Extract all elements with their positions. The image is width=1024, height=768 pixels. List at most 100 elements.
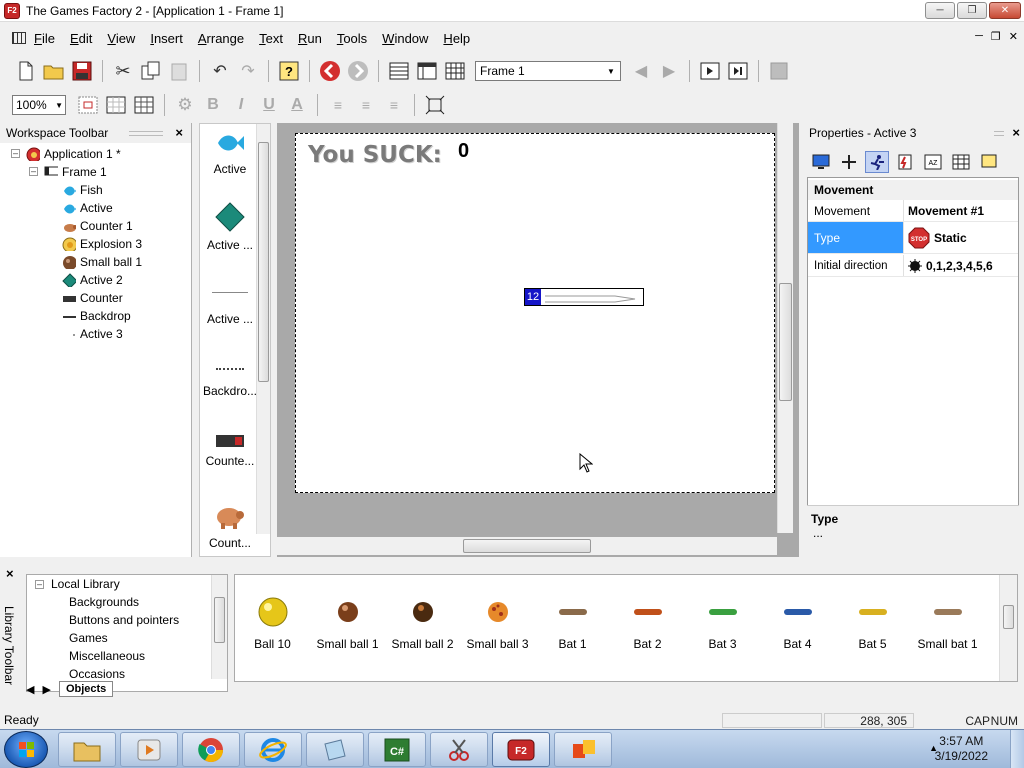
menu-insert[interactable]: Insert: [150, 31, 183, 46]
score-counter-object[interactable]: 0: [458, 140, 469, 163]
library-object[interactable]: Bat 2: [610, 595, 685, 651]
shelf-scrollbar[interactable]: [256, 124, 270, 534]
previous-frame-button[interactable]: [319, 60, 341, 82]
scroll-thumb[interactable]: [1003, 605, 1014, 629]
tree-item-object[interactable]: Small ball 1: [62, 253, 142, 271]
library-objects-scrollbar[interactable]: [999, 575, 1017, 681]
taskbar-media-player[interactable]: [120, 732, 178, 767]
panel-grip[interactable]: [129, 131, 163, 136]
scroll-thumb[interactable]: [463, 539, 591, 553]
stop-button[interactable]: [768, 60, 790, 82]
mdi-minimize-icon[interactable]: ─: [975, 30, 983, 43]
library-category[interactable]: Games: [69, 631, 108, 645]
editor-horizontal-scrollbar[interactable]: [277, 537, 777, 555]
tab-objects[interactable]: Objects: [58, 681, 114, 697]
system-menu-icon[interactable]: [12, 32, 26, 44]
taskbar-office[interactable]: [554, 732, 612, 767]
align-left-button[interactable]: ≡: [327, 94, 349, 116]
resize-button[interactable]: [424, 94, 446, 116]
library-object[interactable]: Bat 3: [685, 595, 760, 651]
menu-text[interactable]: Text: [259, 31, 283, 46]
library-category[interactable]: Buttons and pointers: [69, 613, 179, 627]
tree-item-object[interactable]: Active: [62, 199, 113, 217]
new-file-button[interactable]: [15, 60, 37, 82]
tree-item-object[interactable]: Counter: [62, 289, 123, 307]
scroll-thumb[interactable]: [779, 283, 792, 401]
frame-canvas[interactable]: You SUCK: 0 12: [295, 133, 775, 493]
menu-view[interactable]: View: [107, 31, 135, 46]
shelf-item[interactable]: Active ...: [200, 284, 260, 326]
show-desktop-button[interactable]: [1010, 730, 1024, 768]
tree-collapse-icon[interactable]: –: [35, 580, 44, 589]
help-button[interactable]: ?: [278, 60, 300, 82]
grid-setup-button[interactable]: [133, 94, 155, 116]
selected-active-object[interactable]: 12: [524, 288, 644, 306]
underline-button[interactable]: U: [258, 94, 280, 116]
scroll-thumb[interactable]: [214, 597, 225, 643]
library-category[interactable]: Occasions: [69, 667, 125, 681]
event-editor-button[interactable]: [444, 60, 466, 82]
tree-item-object[interactable]: Backdrop: [62, 307, 131, 325]
editor-vertical-scrollbar[interactable]: [777, 123, 793, 533]
show-grid-button[interactable]: [77, 94, 99, 116]
library-object[interactable]: Bat 4: [760, 595, 835, 651]
tab-values[interactable]: AZ: [921, 151, 945, 173]
run-application-button[interactable]: [727, 60, 749, 82]
text-color-button[interactable]: A: [286, 94, 308, 116]
property-row[interactable]: Initial direction 0,1,2,3,4,5,6: [808, 255, 1018, 277]
taskbar-internet-explorer[interactable]: [244, 732, 302, 767]
workspace-close-icon[interactable]: ×: [175, 125, 183, 140]
scroll-thumb[interactable]: [258, 142, 269, 382]
shelf-item[interactable]: Active ...: [200, 202, 260, 252]
tree-item-object[interactable]: Active 3: [62, 325, 123, 343]
tree-item-object[interactable]: Active 2: [62, 271, 123, 289]
frame-editor-button[interactable]: [416, 60, 438, 82]
library-close-icon[interactable]: ×: [6, 566, 14, 581]
italic-button[interactable]: I: [230, 94, 252, 116]
run-frame-button[interactable]: [699, 60, 721, 82]
library-object[interactable]: Small bat 1: [910, 595, 985, 651]
minimize-button[interactable]: ─: [925, 2, 955, 19]
menu-run[interactable]: Run: [298, 31, 322, 46]
tree-collapse-icon[interactable]: –: [29, 167, 38, 176]
tab-movement[interactable]: [865, 151, 889, 173]
menu-help[interactable]: Help: [443, 31, 470, 46]
taskbar-clock[interactable]: 3:57 AM 3/19/2022: [935, 734, 988, 764]
menu-tools[interactable]: Tools: [337, 31, 367, 46]
library-root[interactable]: Local Library: [51, 577, 120, 591]
shelf-item[interactable]: Backdro...: [200, 360, 260, 398]
menu-file[interactable]: File: [34, 31, 55, 46]
maximize-button[interactable]: ❐: [957, 2, 987, 19]
tab-runtime-options[interactable]: [893, 151, 917, 173]
shelf-item[interactable]: Active: [200, 130, 260, 176]
redo-button[interactable]: ↷: [237, 60, 259, 82]
tab-events[interactable]: [949, 151, 973, 173]
menu-window[interactable]: Window: [382, 31, 428, 46]
tree-item-object[interactable]: Fish: [62, 181, 103, 199]
library-object[interactable]: Small ball 3: [460, 595, 535, 651]
library-category[interactable]: Backgrounds: [69, 595, 139, 609]
taskbar-csharp[interactable]: C#: [368, 732, 426, 767]
font-button[interactable]: ⚙: [174, 94, 196, 116]
paste-button[interactable]: [168, 60, 190, 82]
properties-close-icon[interactable]: ×: [1012, 125, 1020, 140]
tree-item-object[interactable]: Counter 1: [62, 217, 133, 235]
bold-button[interactable]: B: [202, 94, 224, 116]
library-object[interactable]: Ball 10: [235, 595, 310, 651]
library-object[interactable]: Small ball 2: [385, 595, 460, 651]
menu-arrange[interactable]: Arrange: [198, 31, 244, 46]
zoom-dropdown[interactable]: 100% ▼: [12, 95, 66, 115]
you-suck-text-object[interactable]: You SUCK:: [308, 142, 442, 168]
align-center-button[interactable]: ≡: [355, 94, 377, 116]
tab-about[interactable]: [977, 151, 1001, 173]
property-row[interactable]: Type STOP Static: [808, 222, 1018, 254]
mdi-close-icon[interactable]: ✕: [1009, 30, 1018, 43]
library-object[interactable]: Bat 5: [835, 595, 910, 651]
snap-grid-button[interactable]: [105, 94, 127, 116]
mdi-restore-icon[interactable]: ❐: [991, 30, 1001, 43]
taskbar-chrome[interactable]: [182, 732, 240, 767]
panel-grip[interactable]: [994, 131, 1004, 136]
save-button[interactable]: [71, 60, 93, 82]
next-frame-arrow-button[interactable]: ▶: [658, 60, 680, 82]
open-button[interactable]: [43, 60, 65, 82]
